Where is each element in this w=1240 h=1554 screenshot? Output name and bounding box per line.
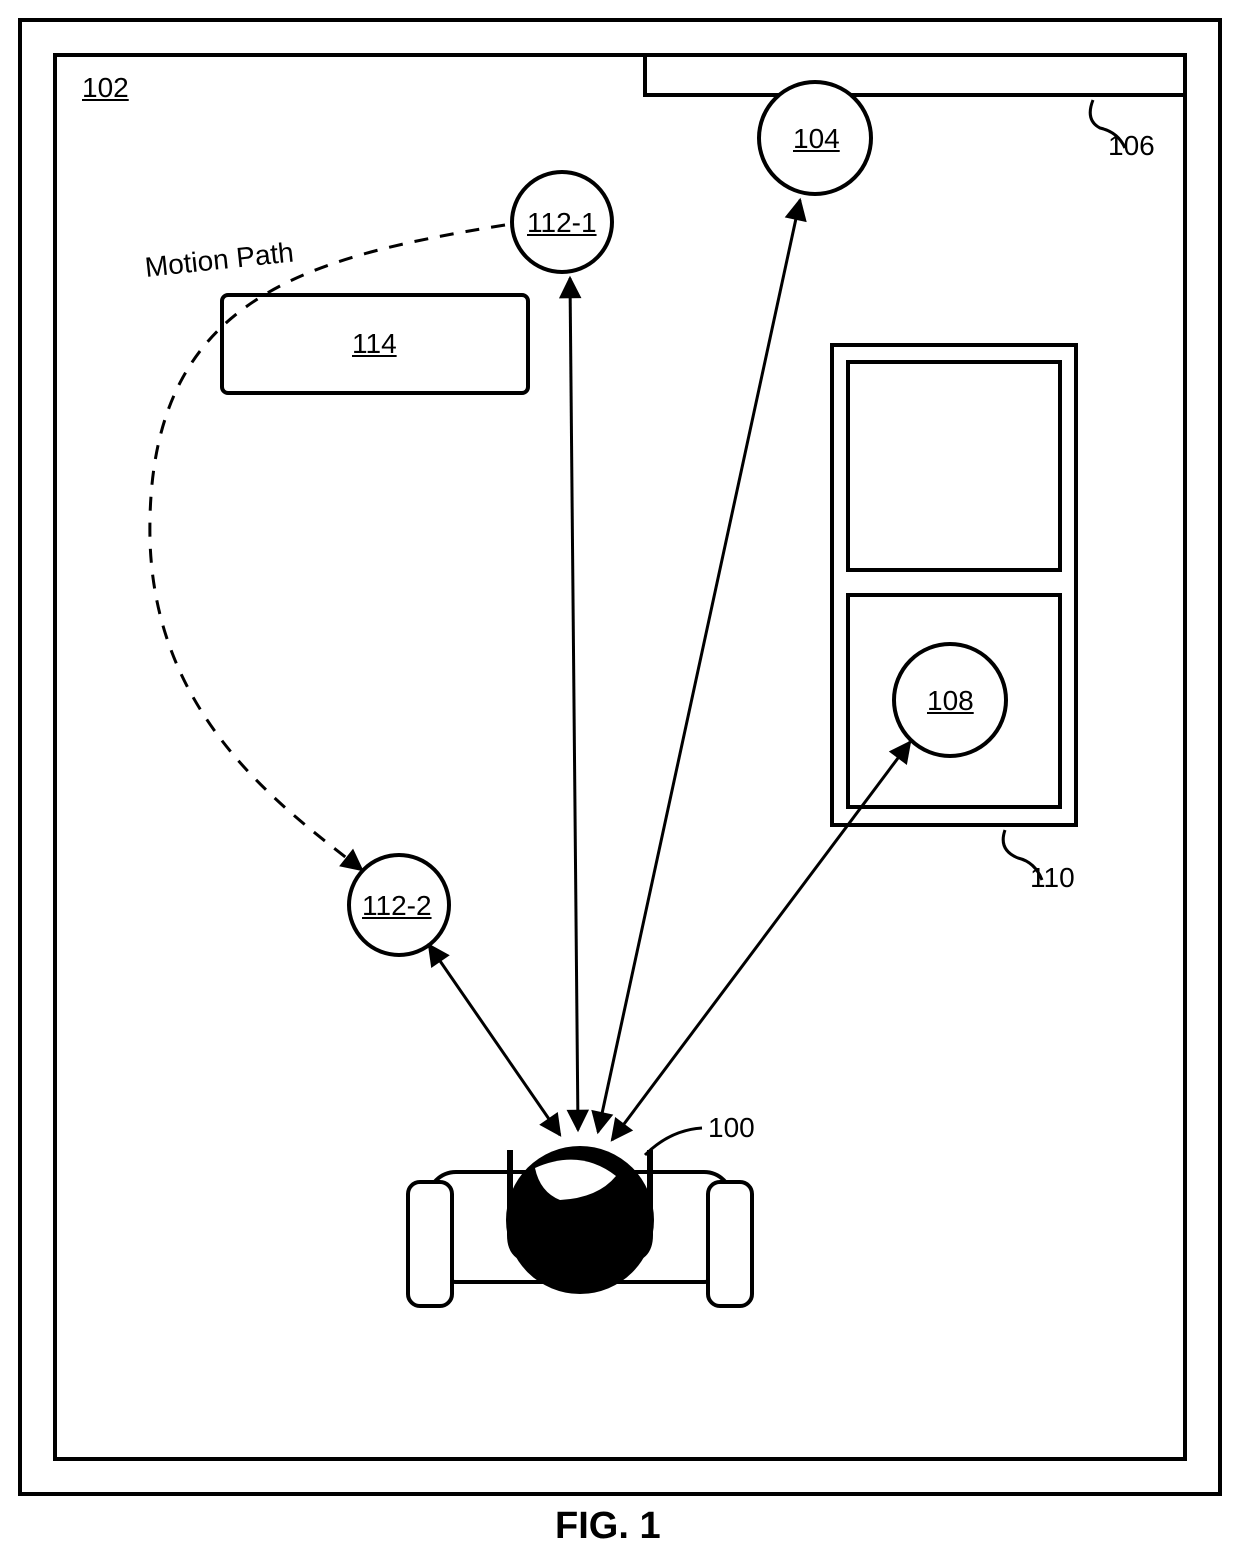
arrow-user-108: [612, 742, 910, 1140]
figure-canvas: 102 104 106 108 110 112-1 112-2 114 100 …: [0, 0, 1240, 1554]
label-112-2: 112-2: [362, 890, 432, 922]
lead-100: [645, 1128, 702, 1155]
object-110-top: [848, 362, 1060, 570]
arrow-user-112-2: [429, 945, 560, 1135]
object-106: [645, 55, 1185, 95]
user-100: [408, 1146, 752, 1306]
label-100: 100: [708, 1112, 755, 1144]
label-104: 104: [793, 123, 840, 155]
label-110: 110: [1030, 862, 1075, 894]
arrow-user-112-1: [570, 278, 578, 1130]
label-112-1: 112-1: [527, 207, 597, 239]
arrow-user-104: [598, 200, 800, 1132]
diagram-svg: [0, 0, 1240, 1554]
label-106: 106: [1108, 130, 1155, 162]
label-114: 114: [352, 328, 397, 360]
label-108: 108: [927, 685, 974, 717]
label-102: 102: [82, 72, 129, 104]
figure-caption: FIG. 1: [555, 1505, 661, 1548]
